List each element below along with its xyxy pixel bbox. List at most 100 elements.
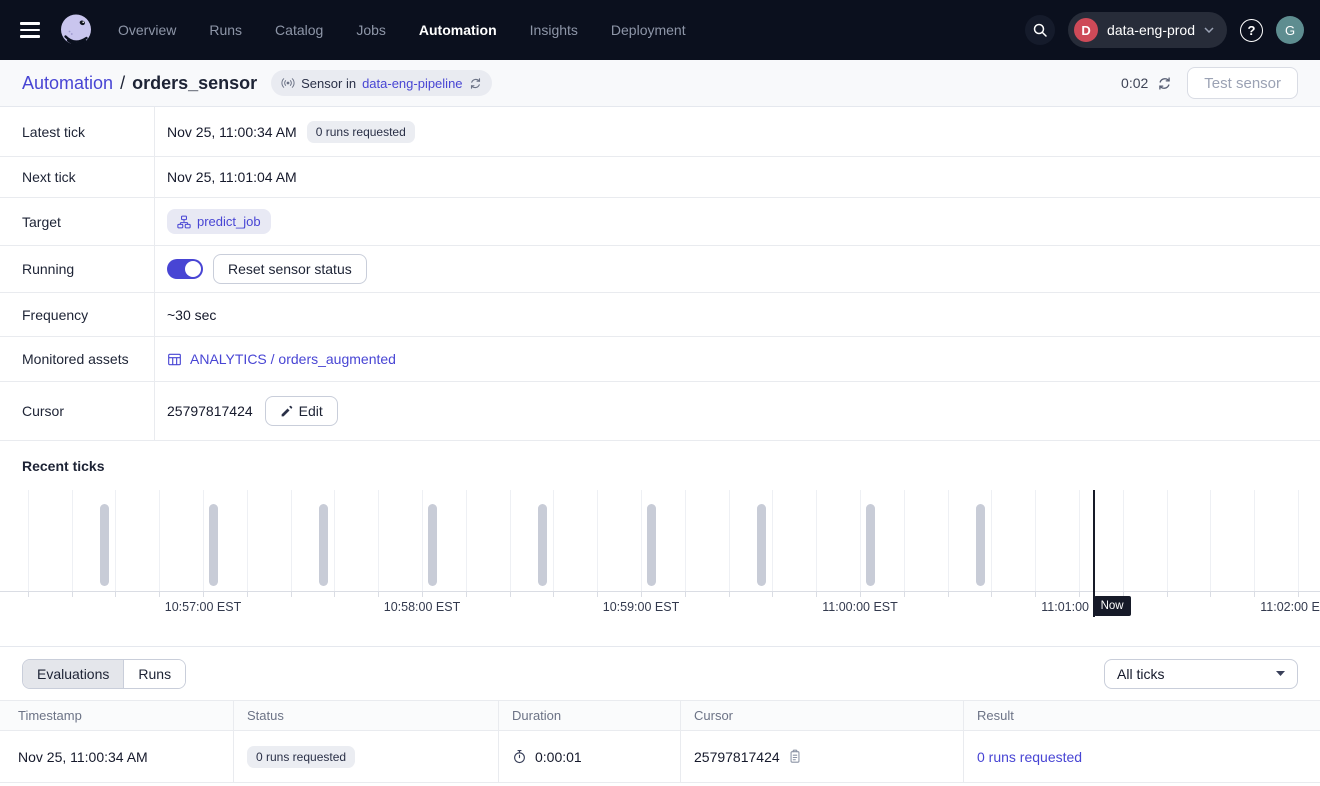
timeline-gridline	[772, 490, 773, 591]
sensor-location-badge: Sensor in data-eng-pipeline	[271, 70, 491, 96]
tab-runs[interactable]: Runs	[123, 660, 185, 688]
timeline-gridline	[816, 490, 817, 591]
sensor-icon	[281, 76, 295, 90]
search-button[interactable]	[1025, 15, 1055, 45]
timeline-axis-label: 11:02:00 EST	[1260, 600, 1320, 614]
column-header-cursor: Cursor	[680, 701, 963, 730]
timeline-axis-label: 11:00:00 EST	[822, 600, 898, 614]
row-label: Monitored assets	[0, 337, 155, 381]
timeline-axis-tick	[334, 592, 335, 597]
timeline-gridline	[1298, 490, 1299, 591]
primary-nav: Overview Runs Catalog Jobs Automation In…	[118, 22, 686, 38]
timeline-axis-tick	[247, 592, 248, 597]
timeline-axis-tick	[641, 592, 642, 597]
column-header-timestamp: Timestamp	[0, 701, 233, 730]
code-location-link[interactable]: data-eng-pipeline	[362, 76, 462, 91]
pencil-icon	[280, 405, 293, 418]
target-job-chip[interactable]: predict_job	[167, 209, 271, 234]
row-label: Frequency	[0, 293, 155, 336]
cell-status-badge: 0 runs requested	[247, 746, 355, 768]
user-avatar[interactable]: G	[1276, 16, 1304, 44]
row-label: Target	[0, 198, 155, 245]
timeline-axis-tick	[991, 592, 992, 597]
nav-item-runs[interactable]: Runs	[209, 22, 242, 38]
timeline-gridline	[553, 490, 554, 591]
timeline-gridline	[948, 490, 949, 591]
tick-bar[interactable]	[209, 504, 218, 586]
refresh-countdown: 0:02	[1121, 75, 1148, 91]
tab-evaluations[interactable]: Evaluations	[23, 660, 123, 688]
refresh-icon[interactable]	[1157, 76, 1172, 91]
timeline-axis-tick	[685, 592, 686, 597]
target-job-link[interactable]: predict_job	[197, 214, 261, 229]
nav-item-insights[interactable]: Insights	[530, 22, 578, 38]
dagster-logo-icon[interactable]	[56, 10, 96, 50]
nav-item-automation[interactable]: Automation	[419, 22, 497, 38]
help-button[interactable]: ?	[1240, 19, 1263, 42]
next-tick-value: Nov 25, 11:01:04 AM	[167, 169, 297, 185]
timeline-gridline	[72, 490, 73, 591]
tick-bar[interactable]	[319, 504, 328, 586]
copy-cursor-icon[interactable]	[788, 749, 802, 764]
timeline-gridline	[203, 490, 204, 591]
timeline-axis-tick	[1079, 592, 1080, 597]
column-header-duration: Duration	[498, 701, 680, 730]
timeline-gridline	[641, 490, 642, 591]
edit-cursor-button[interactable]: Edit	[265, 396, 338, 426]
row-running: Running Reset sensor status	[0, 246, 1320, 293]
tick-bar[interactable]	[757, 504, 766, 586]
timeline-gridline	[1035, 490, 1036, 591]
timeline-gridline	[291, 490, 292, 591]
tick-bar[interactable]	[428, 504, 437, 586]
timeline-gridline	[510, 490, 511, 591]
edit-label: Edit	[299, 403, 323, 419]
timeline-axis-tick	[466, 592, 467, 597]
timeline-axis-tick	[203, 592, 204, 597]
timeline-axis-tick	[159, 592, 160, 597]
timeline-gridline	[1079, 490, 1080, 591]
timeline-axis-tick	[510, 592, 511, 597]
recent-ticks-timeline[interactable]: 10:57:00 EST10:58:00 EST10:59:00 EST11:0…	[0, 490, 1320, 646]
reset-sensor-status-button[interactable]: Reset sensor status	[213, 254, 367, 284]
timeline-axis-tick	[28, 592, 29, 597]
row-latest-tick: Latest tick Nov 25, 11:00:34 AM 0 runs r…	[0, 107, 1320, 157]
hamburger-menu-icon[interactable]	[20, 22, 44, 38]
timeline-axis-label: 10:57:00 EST	[165, 600, 241, 614]
test-sensor-button[interactable]: Test sensor	[1187, 67, 1298, 99]
sensor-details: Latest tick Nov 25, 11:00:34 AM 0 runs r…	[0, 107, 1320, 441]
caret-down-icon	[1276, 671, 1285, 676]
tick-bar[interactable]	[976, 504, 985, 586]
timeline-gridline	[378, 490, 379, 591]
tick-bar[interactable]	[647, 504, 656, 586]
timeline-gridline	[685, 490, 686, 591]
timeline-gridline	[991, 490, 992, 591]
timeline-gridline	[1254, 490, 1255, 591]
tick-bar[interactable]	[100, 504, 109, 586]
tick-bar[interactable]	[866, 504, 875, 586]
nav-item-deployment[interactable]: Deployment	[611, 22, 686, 38]
frequency-value: ~30 sec	[167, 307, 216, 323]
tick-filter-select[interactable]: All ticks	[1104, 659, 1298, 689]
running-toggle[interactable]	[167, 259, 203, 279]
breadcrumb-separator: /	[120, 73, 125, 94]
cell-result-link[interactable]: 0 runs requested	[977, 749, 1082, 765]
tick-bar[interactable]	[538, 504, 547, 586]
nav-item-overview[interactable]: Overview	[118, 22, 176, 38]
timeline-gridline	[597, 490, 598, 591]
timeline-axis-tick	[291, 592, 292, 597]
timeline-gridline	[729, 490, 730, 591]
evaluations-toolbar: Evaluations Runs All ticks	[0, 646, 1320, 700]
timeline-axis-tick	[422, 592, 423, 597]
breadcrumb-automation-link[interactable]: Automation	[22, 73, 113, 94]
timeline-axis-tick	[1254, 592, 1255, 597]
timeline-gridline	[247, 490, 248, 591]
deployment-switcher[interactable]: D data-eng-prod	[1068, 12, 1227, 48]
deployment-name: data-eng-prod	[1107, 22, 1195, 38]
nav-item-catalog[interactable]: Catalog	[275, 22, 323, 38]
row-target: Target predict_job	[0, 198, 1320, 246]
nav-item-jobs[interactable]: Jobs	[356, 22, 386, 38]
cursor-value: 25797817424	[167, 403, 253, 419]
page-header: Automation / orders_sensor Sensor in dat…	[0, 60, 1320, 107]
reload-location-icon[interactable]	[469, 77, 482, 90]
monitored-asset-link[interactable]: ANALYTICS / orders_augmented	[167, 351, 396, 367]
